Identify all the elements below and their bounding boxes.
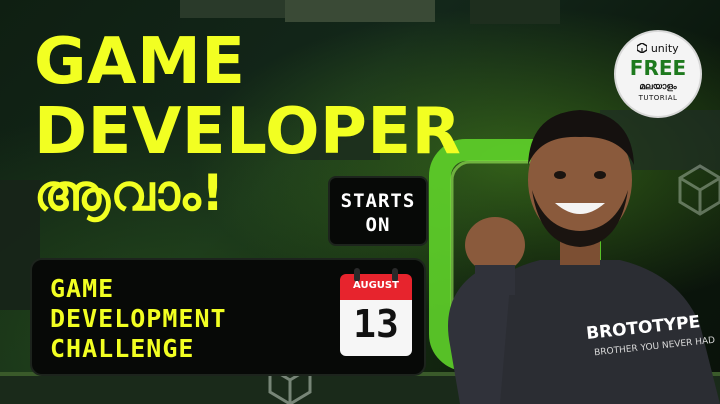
challenge-line-3: CHALLENGE xyxy=(50,334,195,363)
challenge-line-1: GAME xyxy=(50,274,115,303)
challenge-line-2: DEVELOPMENT xyxy=(50,304,227,333)
calendar-month: AUGUST xyxy=(353,280,399,291)
headline-line-2: DEVELOPER xyxy=(34,95,462,169)
calendar-day: 13 xyxy=(353,302,399,346)
thumbnail: GAME DEVELOPER ആവാം! STARTS ON GAME DEVE… xyxy=(0,0,720,404)
starts-label: STARTS xyxy=(340,190,416,212)
headline-line-1: GAME xyxy=(34,25,246,99)
unity-logo-icon xyxy=(636,42,649,54)
starts-on-box: STARTS ON xyxy=(328,176,428,246)
headline-line-3: ആവാം! xyxy=(34,164,225,222)
unity-brand: unity xyxy=(616,42,700,55)
free-label: FREE xyxy=(629,56,687,80)
on-label: ON xyxy=(365,214,391,236)
presenter-photo xyxy=(448,110,720,404)
language-label: മലയാളം xyxy=(639,82,677,92)
calendar-icon: AUGUST 13 xyxy=(340,268,412,356)
unity-brand-label: unity xyxy=(650,42,679,55)
